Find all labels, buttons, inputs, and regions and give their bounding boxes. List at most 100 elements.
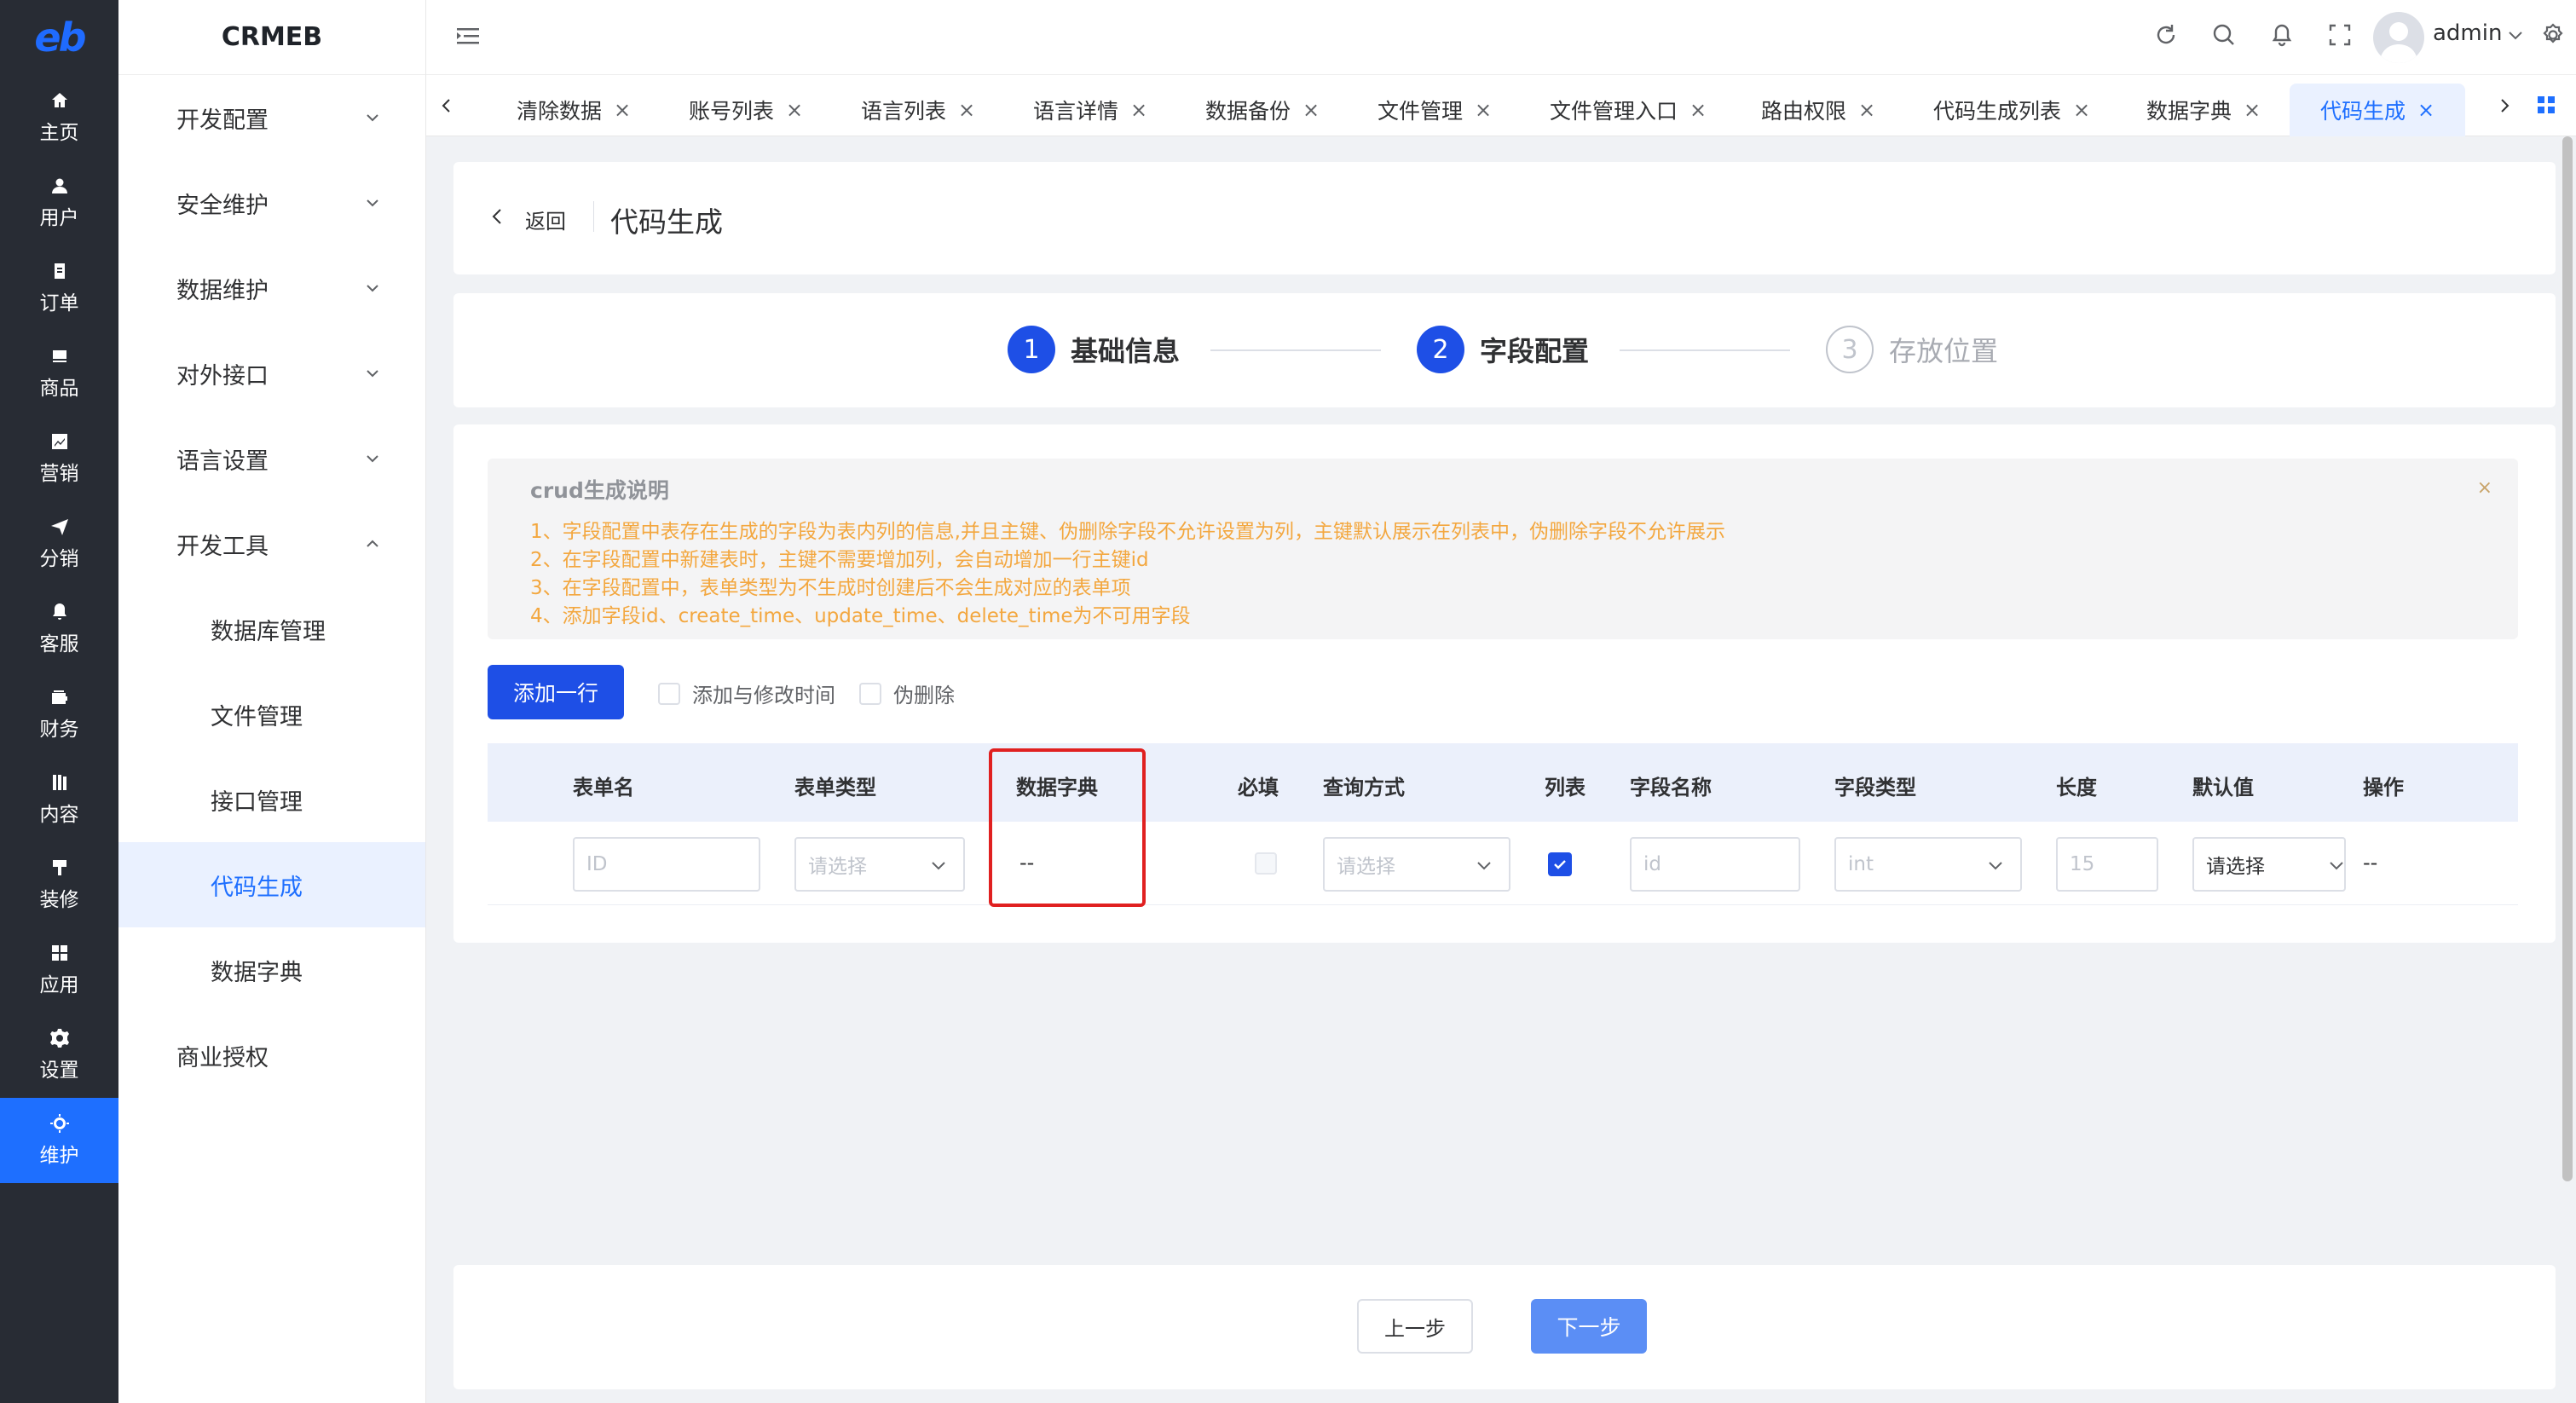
rail-item-content[interactable]: 内容 (0, 757, 118, 842)
rail-item-decoration[interactable]: 装修 (0, 842, 118, 927)
tab-accounts[interactable]: 账号列表 × (689, 84, 803, 136)
tab-language-detail[interactable]: 语言详情 × (1033, 84, 1147, 136)
rail-item-maintenance[interactable]: 维护 (0, 1098, 118, 1183)
column-header: 长度 (2056, 776, 2097, 800)
rail-item-goods[interactable]: 商品 (0, 331, 118, 416)
close-icon[interactable]: × (2477, 477, 2492, 499)
menu-item-code-gen[interactable]: 代码生成 (118, 842, 425, 927)
rail-item-distribution[interactable]: 分销 (0, 501, 118, 586)
column-header: 操作 (2363, 776, 2404, 800)
tabs-scroll-right-icon[interactable] (2489, 90, 2520, 121)
checkbox-soft-delete[interactable]: 伪删除 (859, 678, 955, 708)
tab-file-manage[interactable]: 文件管理 × (1378, 84, 1492, 136)
marketing-icon (51, 434, 67, 449)
column-header: 表单名 (573, 776, 634, 800)
tab-code-gen[interactable]: 代码生成 × (2290, 84, 2466, 136)
fullscreen-icon[interactable] (2325, 20, 2354, 49)
form-type-select[interactable]: 请选择 (794, 837, 965, 892)
rail-item-home[interactable]: 主页 (0, 75, 118, 160)
menu-group-language[interactable]: 语言设置 (118, 416, 425, 501)
menu-group-dev-config[interactable]: 开发配置 (118, 75, 425, 160)
query-method-select[interactable]: 请选择 (1323, 837, 1510, 892)
maintenance-icon (49, 1114, 69, 1133)
rail-item-finance[interactable]: 财务 (0, 672, 118, 757)
settings-gear-icon[interactable] (2538, 20, 2567, 49)
back-link[interactable]: 返回 (525, 205, 566, 234)
chevron-down-icon (367, 114, 378, 122)
default-value-select[interactable]: 请选择 (2192, 837, 2346, 892)
next-step-button[interactable]: 下一步 (1531, 1299, 1647, 1354)
menu-fold-icon[interactable] (455, 24, 481, 49)
menu-group-license[interactable]: 商业授权 (118, 1013, 425, 1098)
tab-languages[interactable]: 语言列表 × (861, 84, 975, 136)
tab-file-entry[interactable]: 文件管理入口 × (1550, 84, 1707, 136)
gear-icon (49, 1029, 69, 1048)
rail-item-service[interactable]: 客服 (0, 586, 118, 672)
steps-card: 1 基础信息 2 字段配置 3 存放位置 (453, 293, 2556, 407)
checkbox-box[interactable] (859, 682, 881, 705)
menu-item-database[interactable]: 数据库管理 (118, 586, 425, 672)
user-name[interactable]: admin (2433, 20, 2502, 46)
avatar[interactable] (2373, 12, 2424, 63)
close-icon: × (614, 98, 632, 122)
close-icon: × (2244, 98, 2261, 122)
home-icon (51, 93, 67, 107)
checkbox-timestamps[interactable]: 添加与修改时间 (658, 678, 835, 708)
list-checkbox[interactable] (1548, 852, 1572, 876)
rail-item-marketing[interactable]: 营销 (0, 416, 118, 501)
menu-group-data[interactable]: 数据维护 (118, 245, 425, 331)
rail-item-apps[interactable]: 应用 (0, 927, 118, 1013)
tabs-scroll-left-icon[interactable] (431, 90, 462, 121)
column-header: 字段类型 (1834, 776, 1916, 800)
length-input[interactable]: 15 (2056, 837, 2158, 892)
step-connector (1620, 349, 1790, 351)
tab-route-permission[interactable]: 路由权限 × (1761, 84, 1875, 136)
table-row: ID 请选择 -- 请选择 id int 15 请选择 -- (488, 822, 2518, 905)
brand-name: CRMEB (118, 0, 425, 75)
menu-group-security[interactable]: 安全维护 (118, 160, 425, 245)
prev-step-button[interactable]: 上一步 (1357, 1299, 1473, 1354)
menu-item-files[interactable]: 文件管理 (118, 672, 425, 757)
field-type-select[interactable]: int (1834, 837, 2022, 892)
chevron-down-icon (2330, 862, 2343, 870)
step-field-config: 2 字段配置 (1417, 326, 1589, 373)
back-arrow-icon[interactable] (488, 206, 508, 227)
required-checkbox[interactable] (1255, 852, 1277, 875)
checkbox-box[interactable] (658, 682, 680, 705)
chevron-down-icon (367, 285, 378, 292)
tab-code-gen-list[interactable]: 代码生成列表 × (1933, 84, 2090, 136)
column-header: 列表 (1545, 776, 1585, 800)
menu-group-dev-tools[interactable]: 开发工具 (118, 501, 425, 586)
refresh-icon[interactable] (2151, 20, 2180, 49)
logo[interactable]: eb (0, 0, 118, 75)
scrollbar[interactable] (2562, 136, 2573, 1181)
add-row-button[interactable]: 添加一行 (488, 665, 624, 719)
menu-item-api-manage[interactable]: 接口管理 (118, 757, 425, 842)
tab-clear-data[interactable]: 清除数据 × (517, 84, 631, 136)
rail-item-settings[interactable]: 设置 (0, 1013, 118, 1098)
rail-item-user[interactable]: 用户 (0, 160, 118, 245)
check-icon (1554, 860, 1566, 869)
tab-backup[interactable]: 数据备份 × (1205, 84, 1320, 136)
close-icon: × (2417, 98, 2435, 122)
form-name-input[interactable]: ID (573, 837, 760, 892)
page-header-card: 返回 代码生成 (453, 162, 2556, 274)
tab-dictionary[interactable]: 数据字典 × (2146, 84, 2261, 136)
grid-menu-icon[interactable] (2537, 95, 2556, 114)
highlight-box (989, 748, 1146, 907)
search-icon[interactable] (2209, 20, 2238, 49)
menu-item-dictionary[interactable]: 数据字典 (118, 927, 425, 1013)
close-icon: × (1130, 98, 1148, 122)
close-icon: × (2073, 98, 2091, 122)
close-icon: × (1858, 98, 1876, 122)
notification-bell-icon[interactable] (2267, 20, 2296, 49)
column-header: 字段名称 (1630, 776, 1712, 800)
rail-item-order[interactable]: 订单 (0, 245, 118, 331)
chevron-down-icon[interactable] (2506, 26, 2525, 44)
top-header: admin (426, 0, 2576, 75)
field-config-card: crud生成说明 1、字段配置中表存在生成的字段为表内列的信息,并且主键、伪删除… (453, 424, 2556, 943)
column-header: 表单类型 (794, 776, 876, 800)
send-icon (50, 519, 68, 535)
field-name-input[interactable]: id (1630, 837, 1800, 892)
menu-group-api[interactable]: 对外接口 (118, 331, 425, 416)
